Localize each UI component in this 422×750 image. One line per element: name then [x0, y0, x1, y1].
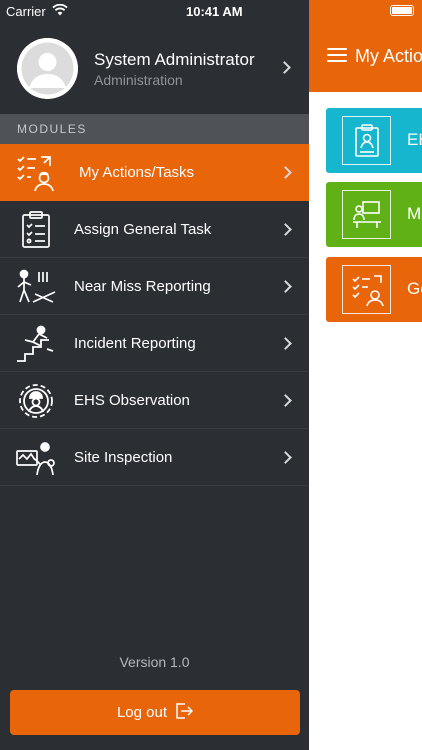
menu-item-ehs-observation[interactable]: EHS Observation [0, 372, 309, 429]
tile-label: EH [407, 130, 422, 149]
tile-ehs[interactable]: EH [326, 108, 422, 173]
main-header: My Actio [309, 0, 422, 92]
menu-item-label: Assign General Task [74, 221, 212, 238]
tile-general[interactable]: Ge [326, 257, 422, 322]
status-bar: Carrier 10:41 AM [0, 0, 309, 22]
menu-item-label: Incident Reporting [74, 335, 196, 352]
menu-item-label: My Actions/Tasks [79, 164, 195, 181]
carrier-label: Carrier [6, 4, 46, 19]
site-inspection-icon [14, 437, 58, 479]
chevron-right-icon [279, 451, 292, 464]
avatar [17, 38, 78, 99]
version-label: Version 1.0 [119, 654, 190, 670]
logout-icon [175, 702, 194, 723]
near-miss-icon [14, 266, 58, 308]
tile-meeting[interactable]: M [326, 182, 422, 247]
tasks-checklist-icon [342, 265, 391, 314]
main-content: My Actio EH M [309, 0, 422, 750]
profile-header[interactable]: System Administrator Administration [0, 22, 309, 114]
chevron-right-icon [279, 337, 292, 350]
wifi-icon [52, 3, 68, 19]
menu-item-incident-reporting[interactable]: Incident Reporting [0, 315, 309, 372]
meeting-presentation-icon [342, 190, 391, 239]
menu-item-assign-general-task[interactable]: Assign General Task [0, 201, 309, 258]
battery-icon [390, 5, 414, 16]
chevron-right-icon [279, 166, 292, 179]
clipboard-checklist-icon [14, 209, 58, 251]
clipboard-worker-icon [342, 116, 391, 165]
profile-role: Administration [94, 72, 183, 88]
profile-name: System Administrator [94, 50, 255, 69]
clock-time: 10:41 AM [186, 4, 243, 19]
modules-section-header: MODULES [0, 114, 309, 144]
chevron-right-icon [279, 394, 292, 407]
main-title: My Actio [355, 46, 422, 66]
worker-gear-icon [14, 380, 58, 422]
chevron-right-icon [279, 223, 292, 236]
fall-stairs-icon [14, 323, 58, 365]
logout-button[interactable]: Log out [10, 690, 300, 735]
hamburger-menu-icon[interactable] [327, 48, 347, 62]
chevron-right-icon [278, 61, 291, 74]
menu-item-near-miss-reporting[interactable]: Near Miss Reporting [0, 258, 309, 315]
menu-item-label: EHS Observation [74, 392, 190, 409]
tasks-checklist-icon [14, 152, 58, 194]
modules-menu: My Actions/Tasks Assign General Task Nea… [0, 144, 309, 486]
menu-item-my-actions-tasks[interactable]: My Actions/Tasks [0, 144, 309, 201]
side-drawer: Carrier 10:41 AM System Administrator Ad… [0, 0, 309, 750]
tile-label: M [407, 204, 422, 223]
logout-label: Log out [116, 704, 168, 721]
menu-item-label: Site Inspection [74, 449, 173, 466]
menu-item-label: Near Miss Reporting [74, 278, 211, 295]
chevron-right-icon [279, 280, 292, 293]
menu-item-site-inspection[interactable]: Site Inspection [0, 429, 309, 486]
tile-label: Ge [407, 279, 422, 298]
